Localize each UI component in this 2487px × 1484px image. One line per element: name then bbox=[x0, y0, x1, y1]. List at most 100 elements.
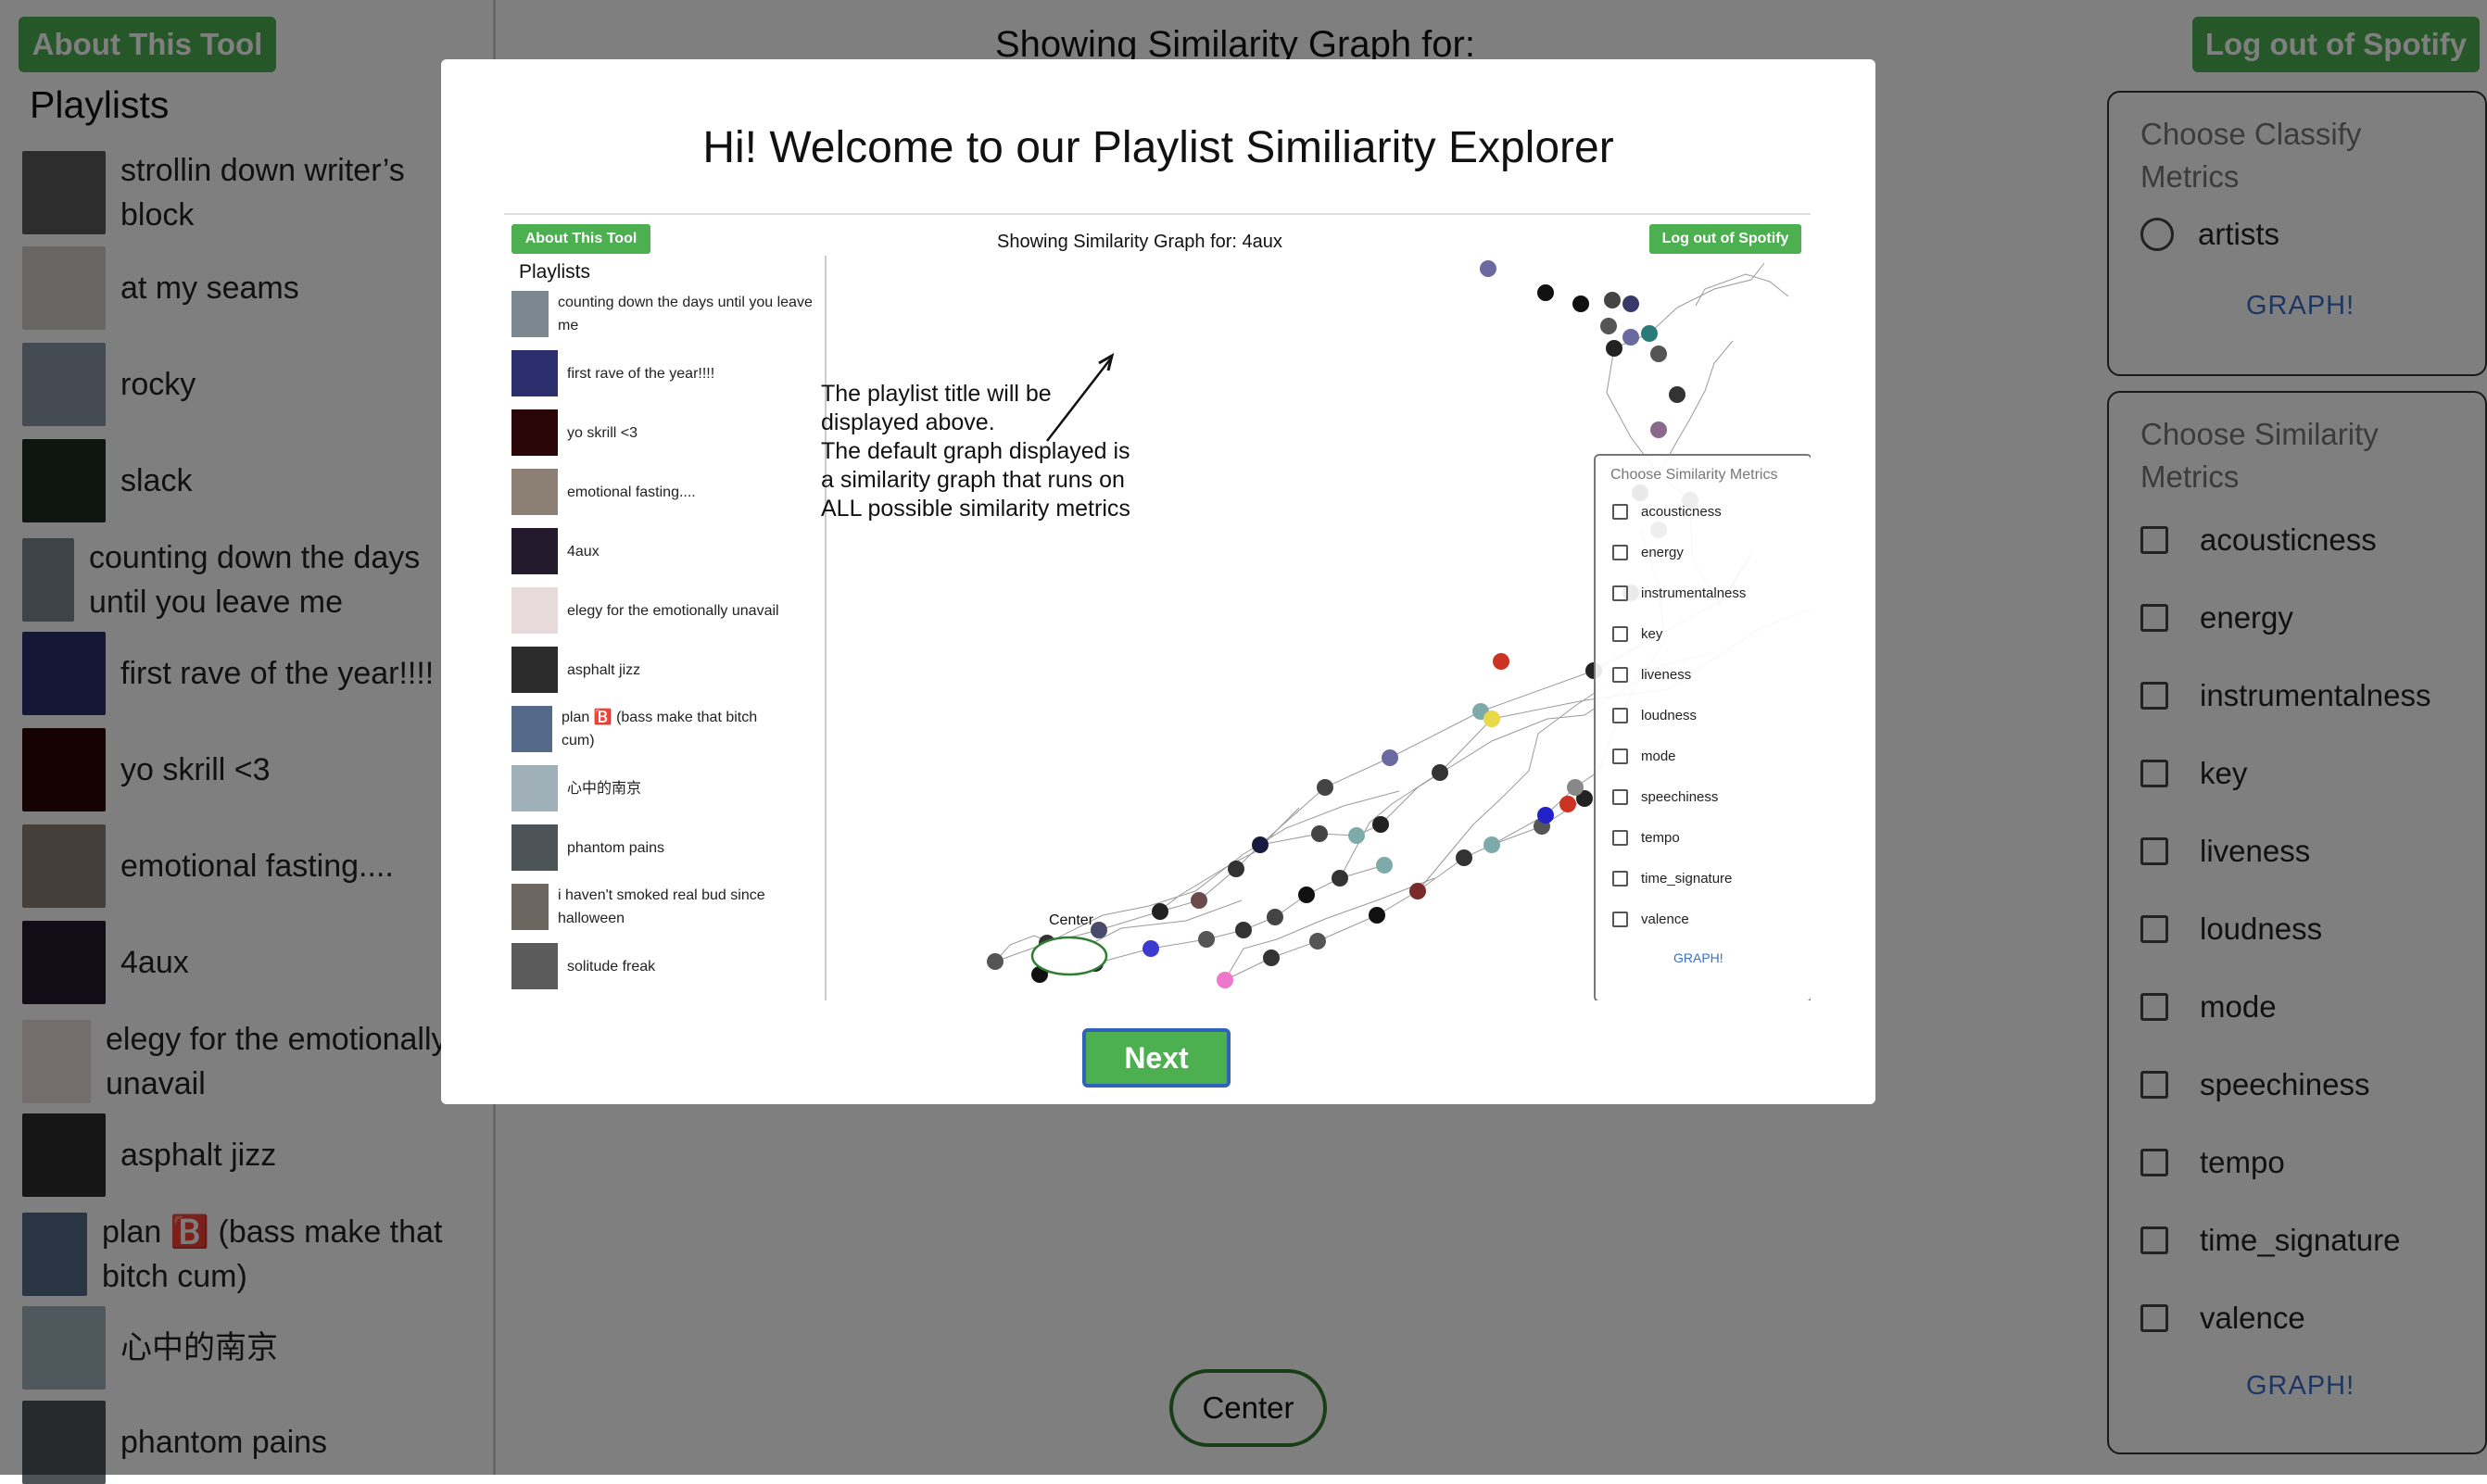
graph-node bbox=[1317, 779, 1333, 796]
playlist-label: elegy for the emotionally unavail bbox=[567, 602, 779, 619]
metric-label: energy bbox=[1641, 544, 1684, 560]
preview-playlist-item: elegy for the emotionally unavail bbox=[511, 587, 817, 634]
graph-node bbox=[1348, 827, 1365, 844]
welcome-modal: Hi! Welcome to our Playlist Similiarity … bbox=[441, 59, 1875, 1104]
preview-metrics-title: Choose Similarity Metrics bbox=[1610, 467, 1778, 483]
playlist-thumbnail bbox=[511, 884, 549, 930]
preview-graph-button: GRAPH! bbox=[1673, 950, 1723, 965]
graph-node bbox=[1650, 346, 1667, 362]
annotation-line: a similarity graph that runs on bbox=[821, 467, 1125, 493]
tutorial-annotation: The playlist title will be displayed abo… bbox=[821, 380, 1130, 523]
preview-playlist-item: phantom pains bbox=[511, 824, 817, 871]
graph-node bbox=[1198, 931, 1215, 948]
graph-node bbox=[1537, 807, 1554, 824]
graph-nodes bbox=[987, 260, 1698, 988]
playlist-label: phantom pains bbox=[567, 839, 664, 856]
preview-playlist-item: 心中的南京 bbox=[511, 765, 817, 811]
preview-playlist-item: asphalt jizz bbox=[511, 647, 817, 693]
graph-node bbox=[1567, 779, 1584, 796]
playlist-thumbnail bbox=[511, 587, 558, 634]
graph-node bbox=[1252, 836, 1269, 853]
playlist-thumbnail bbox=[511, 824, 558, 871]
graph-node bbox=[1332, 870, 1348, 887]
preview-playlist-item: first rave of the year!!!! bbox=[511, 350, 817, 396]
playlist-thumbnail bbox=[511, 469, 558, 515]
annotation-line: ALL possible similarity metrics bbox=[821, 496, 1130, 522]
checkbox bbox=[1612, 666, 1628, 683]
graph-node bbox=[1228, 861, 1244, 877]
preview-metric-row: time_signature bbox=[1612, 867, 1732, 889]
playlist-label: first rave of the year!!!! bbox=[567, 365, 715, 382]
checkbox bbox=[1612, 707, 1628, 723]
playlist-thumbnail bbox=[511, 291, 549, 337]
playlist-label: i haven't smoked real bud since hallowee… bbox=[558, 887, 765, 926]
playlist-label: emotional fasting.... bbox=[567, 484, 696, 500]
metric-label: key bbox=[1641, 625, 1663, 642]
checkbox bbox=[1612, 829, 1628, 846]
preview-metric-row: mode bbox=[1612, 745, 1676, 767]
playlist-label: solitude freak bbox=[567, 958, 656, 975]
preview-playlist-item: counting down the days until you leave m… bbox=[511, 291, 817, 337]
preview-metric-row: key bbox=[1612, 623, 1662, 645]
graph-node bbox=[1152, 903, 1168, 920]
graph-node bbox=[1622, 329, 1639, 346]
graph-node bbox=[1572, 296, 1589, 312]
checkbox bbox=[1612, 748, 1628, 764]
playlist-thumbnail bbox=[511, 350, 558, 396]
metric-label: tempo bbox=[1641, 829, 1680, 846]
preview-playlist-item: solitude freak bbox=[511, 943, 817, 989]
preview-playlist-item: 4aux bbox=[511, 528, 817, 574]
graph-node bbox=[1650, 421, 1667, 438]
metric-label: valence bbox=[1641, 911, 1689, 927]
modal-title: Hi! Welcome to our Playlist Similiarity … bbox=[702, 123, 1614, 172]
graph-node bbox=[1311, 825, 1328, 842]
playlist-thumbnail bbox=[511, 409, 558, 456]
preview-metric-row: energy bbox=[1612, 541, 1684, 563]
graph-node bbox=[1309, 933, 1326, 950]
graph-node bbox=[1382, 749, 1398, 766]
playlist-thumbnail bbox=[511, 765, 558, 811]
playlist-label: plan 🅱️ (bass make that bitch cum) bbox=[562, 710, 758, 748]
playlist-thumbnail bbox=[511, 706, 552, 752]
annotation-line: displayed above. bbox=[821, 409, 995, 435]
graph-node bbox=[1606, 340, 1622, 357]
checkbox bbox=[1612, 788, 1628, 805]
metric-label: time_signature bbox=[1641, 870, 1733, 887]
preview-playlist-item: emotional fasting.... bbox=[511, 469, 817, 515]
metric-label: acousticness bbox=[1641, 503, 1722, 520]
preview-metric-row: loudness bbox=[1612, 704, 1697, 726]
preview-metric-row: liveness bbox=[1612, 663, 1691, 685]
playlist-label: asphalt jizz bbox=[567, 661, 641, 678]
graph-node bbox=[1537, 284, 1554, 301]
annotation-line: The playlist title will be bbox=[821, 381, 1052, 407]
playlist-thumbnail bbox=[511, 528, 558, 574]
preview-about-button: About This Tool bbox=[511, 224, 650, 254]
preview-metric-row: valence bbox=[1612, 908, 1689, 930]
preview-playlist-item: i haven't smoked real bud since hallowee… bbox=[511, 884, 817, 930]
playlist-label: counting down the days until you leave m… bbox=[558, 295, 813, 333]
graph-node bbox=[1456, 849, 1472, 866]
graph-node bbox=[1493, 653, 1509, 670]
playlist-thumbnail bbox=[511, 943, 558, 989]
playlist-thumbnail bbox=[511, 647, 558, 693]
preview-graph-title: Showing Similarity Graph for: 4aux bbox=[997, 232, 1282, 252]
graph-node bbox=[1376, 857, 1393, 874]
playlist-label: 4aux bbox=[567, 543, 600, 560]
graph-node bbox=[1217, 972, 1233, 988]
graph-node bbox=[1409, 883, 1426, 899]
next-button[interactable]: Next bbox=[1082, 1028, 1231, 1088]
checkbox bbox=[1612, 503, 1628, 520]
preview-metric-row: tempo bbox=[1612, 826, 1680, 849]
graph-node bbox=[1622, 296, 1639, 312]
graph-node bbox=[1641, 325, 1658, 342]
metric-label: instrumentalness bbox=[1641, 585, 1747, 601]
checkbox bbox=[1612, 544, 1628, 560]
tutorial-preview-screenshot: About This Tool Showing Similarity Graph… bbox=[504, 213, 1811, 1000]
preview-metric-row: speechiness bbox=[1612, 786, 1718, 808]
playlist-label: 心中的南京 bbox=[567, 780, 642, 797]
metric-label: loudness bbox=[1641, 707, 1698, 723]
metric-label: liveness bbox=[1641, 666, 1692, 683]
graph-node bbox=[1369, 907, 1385, 924]
graph-node bbox=[1235, 922, 1252, 938]
graph-node bbox=[1483, 711, 1500, 727]
